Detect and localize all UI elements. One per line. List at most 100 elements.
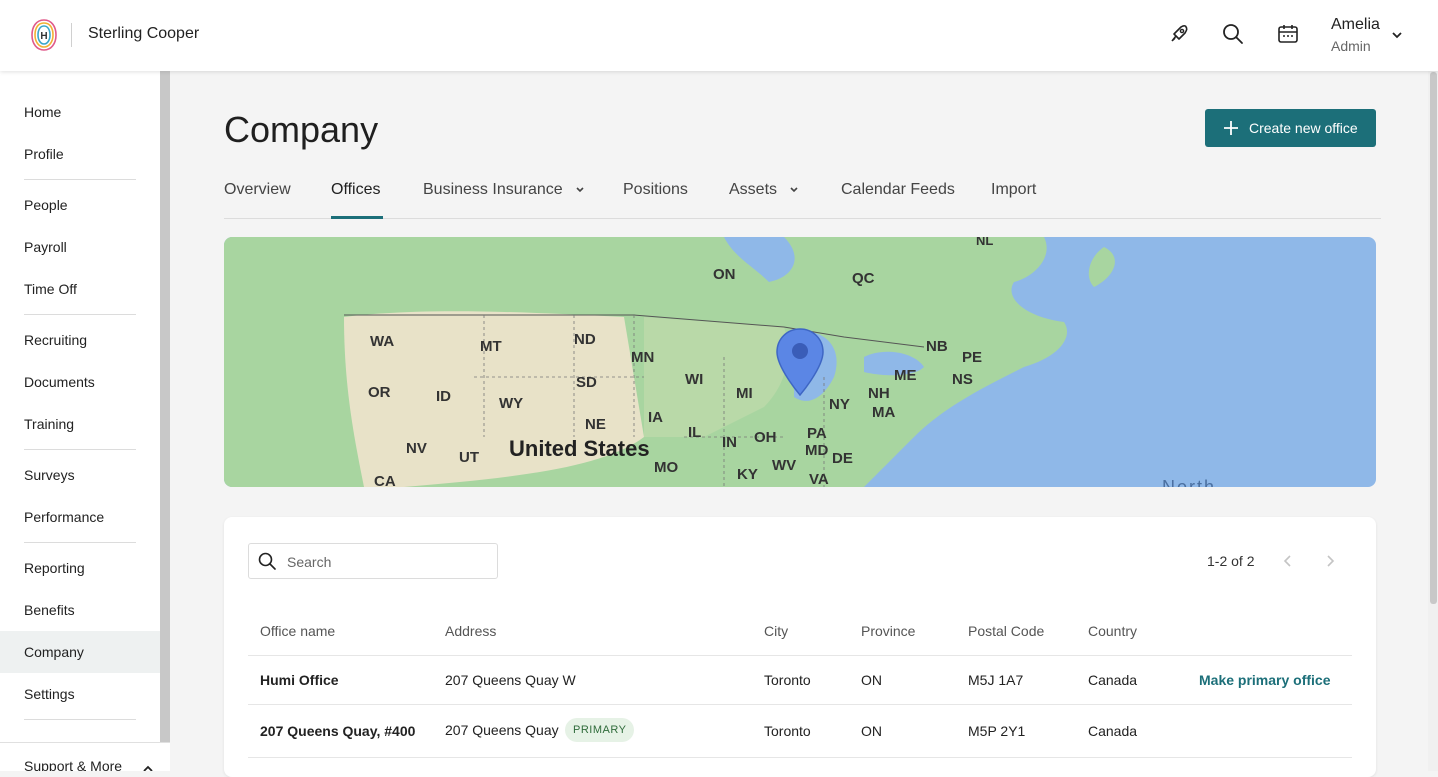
map-label: MT [480,338,502,355]
sidebar-item-settings[interactable]: Settings [0,673,160,715]
city-cell: Toronto [764,723,811,739]
search-icon [258,552,276,570]
tab-calendar-feeds[interactable]: Calendar Feeds [841,181,955,199]
map-label: KY [737,466,758,483]
map-label: IN [722,434,737,451]
column-header-city[interactable]: City [764,623,788,639]
tab-assets[interactable]: Assets [729,181,799,199]
tab-import[interactable]: Import [991,181,1036,199]
tab-overview[interactable]: Overview [224,181,291,199]
map-label: IL [688,424,702,441]
support-and-more-button[interactable]: Support & More [0,742,170,771]
sidebar-item-time-off[interactable]: Time Off [0,268,160,310]
sidebar-item-reporting[interactable]: Reporting [0,547,160,589]
column-header-postal-code[interactable]: Postal Code [968,623,1044,639]
map-label: WI [685,371,704,388]
map-marker-icon[interactable] [776,328,824,396]
map-label: MI [736,385,753,402]
sidebar-divider [24,314,136,315]
map-label: NL [976,237,994,248]
tab-positions[interactable]: Positions [623,181,688,199]
address-cell: 207 Queens Quay W [445,672,576,688]
column-header-office-name[interactable]: Office name [260,623,335,639]
calendar-icon[interactable] [1276,22,1300,46]
address-cell: 207 Queens Quay [445,722,559,738]
city-cell: Toronto [764,672,811,688]
province-cell: ON [861,723,882,739]
chevron-down-icon [790,187,799,192]
search-field[interactable] [248,543,498,579]
support-label: Support & More [24,758,123,771]
create-new-office-button[interactable]: Create new office [1205,109,1376,147]
make-primary-office-link[interactable]: Make primary office [1199,672,1331,688]
tab-bar: Overview Offices Business Insurance Posi… [224,169,1381,219]
user-role: Admin [1331,38,1371,54]
map-label: MN [631,349,655,366]
office-name-cell[interactable]: Humi Office [260,672,339,688]
pagination-summary: 1-2 of 2 [1207,553,1255,569]
map-label: WA [370,333,395,350]
office-name-cell[interactable]: 207 Queens Quay, #400 [260,723,415,739]
active-tab-indicator [331,216,383,219]
sidebar-item-performance[interactable]: Performance [0,496,160,538]
search-input[interactable] [287,552,487,572]
brand-divider [71,23,72,47]
user-menu[interactable]: Amelia Admin [1331,15,1380,56]
sidebar-divider [24,449,136,450]
rocket-icon[interactable] [1167,22,1191,46]
table-divider [248,757,1352,758]
sidebar-item-recruiting[interactable]: Recruiting [0,319,160,361]
sidebar-scrollbar[interactable] [160,71,170,771]
sidebar-item-surveys[interactable]: Surveys [0,454,160,496]
map-label: WV [772,457,797,474]
plus-icon [1224,121,1238,135]
sidebar-item-company[interactable]: Company [0,631,160,673]
search-icon[interactable] [1221,22,1245,46]
map-label: PA [807,425,827,442]
column-header-address[interactable]: Address [445,623,496,639]
chevron-right-icon[interactable] [1323,553,1337,569]
map-label: QC [852,270,875,287]
map-label: DE [832,450,853,467]
create-button-label: Create new office [1249,120,1358,136]
sidebar: Home Profile People Payroll Time Off Rec… [0,71,160,771]
chevron-up-icon [143,765,153,771]
column-header-province[interactable]: Province [861,623,915,639]
country-cell: Canada [1088,672,1138,688]
page-title: Company [224,109,379,150]
map-label: MD [805,442,829,459]
sidebar-item-benefits[interactable]: Benefits [0,589,160,631]
table-divider [248,704,1352,705]
company-logo[interactable]: H [30,18,58,52]
top-bar: H Sterling Cooper Amelia Admin [0,0,1438,71]
table-divider [248,655,1352,656]
offices-map[interactable]: NL ON QC WA MT ND MN NB PE NS OR ID SD W… [224,237,1376,487]
postal-code-cell: M5J 1A7 [968,672,1024,688]
tab-offices[interactable]: Offices [331,181,381,199]
sidebar-item-training[interactable]: Training [0,403,160,445]
sidebar-item-people[interactable]: People [0,184,160,226]
map-ocean-label: North [1162,477,1217,487]
map-label: PE [962,349,983,366]
sidebar-item-home[interactable]: Home [0,91,160,133]
map-label: OR [368,384,391,401]
postal-code-cell: M5P 2Y1 [968,723,1026,739]
map-label: SD [576,374,597,391]
svg-text:H: H [40,31,47,42]
chevron-down-icon[interactable] [1390,28,1404,42]
tab-business-insurance-label: Business Insurance [423,181,563,198]
column-header-country[interactable]: Country [1088,623,1137,639]
sidebar-item-documents[interactable]: Documents [0,361,160,403]
map-label: NS [952,371,973,388]
map-label: OH [754,429,777,446]
sidebar-item-profile[interactable]: Profile [0,133,160,175]
tab-business-insurance[interactable]: Business Insurance [423,181,585,199]
map-label: ON [713,266,736,283]
page-scrollbar-thumb[interactable] [1430,72,1437,604]
map-label: NV [406,440,427,457]
sidebar-item-payroll[interactable]: Payroll [0,226,160,268]
chevron-left-icon[interactable] [1281,553,1295,569]
tab-assets-label: Assets [729,181,778,198]
sidebar-divider [24,719,136,720]
map-label: UT [459,449,479,466]
